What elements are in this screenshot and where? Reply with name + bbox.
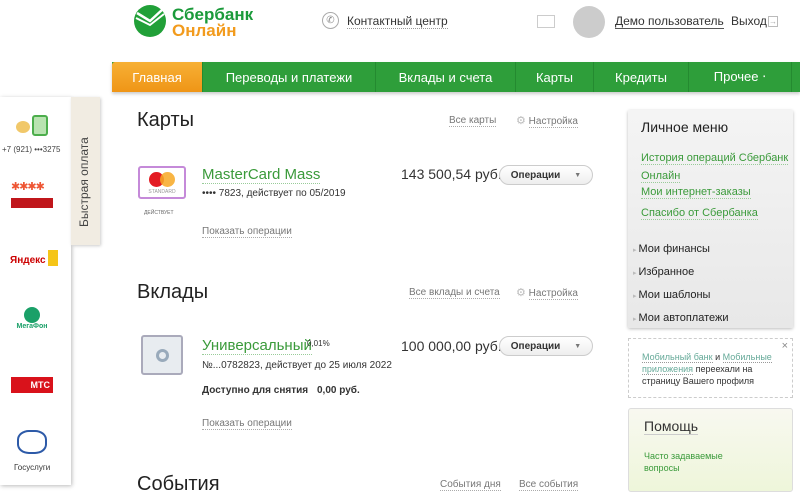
events-title: События	[137, 473, 220, 495]
deposit-rate: 0,01%	[307, 339, 330, 348]
deposit-operations-button[interactable]: Операции ▼	[499, 336, 593, 356]
logo-text-online: Онлайн	[172, 21, 237, 40]
card-show-ops-link[interactable]: Показать операции	[202, 226, 292, 238]
gosuslugi-logo-icon[interactable]	[17, 430, 47, 454]
all-deposits-link[interactable]: Все вклады и счета	[409, 287, 500, 299]
quick-pay-tab-label: Быстрая оплата	[77, 137, 91, 227]
tab-deposits[interactable]: Вклады и счета	[376, 62, 516, 92]
menu-item-autopayments[interactable]: ▸ Мои автоплатежи	[633, 312, 729, 324]
close-icon[interactable]: ×	[782, 340, 788, 352]
events-day-link[interactable]: События дня	[440, 479, 501, 491]
personal-menu: Личное меню История операций Сбербанк Он…	[628, 110, 793, 328]
menu-item-templates[interactable]: ▸ Мои шаблоны	[633, 289, 710, 301]
phone-icon: ✆	[322, 12, 339, 29]
help-box: Помощь Часто задаваемые вопросы	[628, 408, 793, 492]
main-nav: Главная Переводы и платежи Вклады и счет…	[112, 62, 800, 92]
quick-pay-panel	[0, 97, 71, 485]
charity-logo-icon[interactable]: ✱✱✱✱	[11, 180, 53, 215]
card-details: •••• 7823, действует по 05/2019	[202, 188, 346, 199]
deposit-details: №...0782823, действует до 25 июля 2022	[202, 360, 392, 371]
card-status: ДЕЙСТВУЕТ	[144, 210, 174, 216]
logout-link[interactable]: Выход	[731, 14, 767, 28]
all-events-link[interactable]: Все события	[519, 479, 579, 491]
personal-menu-title: Личное меню	[641, 119, 729, 135]
faq-link[interactable]: Часто задаваемые вопросы	[644, 450, 734, 474]
deposits-settings-link[interactable]: ⚙ Настройка	[516, 286, 578, 300]
safe-icon	[141, 335, 183, 375]
deposit-show-ops-link[interactable]: Показать операции	[202, 418, 292, 430]
cards-title: Карты	[137, 109, 194, 131]
deposits-title: Вклады	[137, 281, 209, 303]
tab-other[interactable]: Прочее ‧	[689, 62, 792, 92]
help-title: Помощь	[644, 418, 699, 435]
available-label: Доступно для снятия	[202, 385, 309, 396]
tab-main[interactable]: Главная	[112, 62, 203, 92]
tab-credits[interactable]: Кредиты	[594, 62, 689, 92]
sberbank-logo-icon[interactable]	[133, 4, 167, 38]
mobile-pay-icon[interactable]	[16, 115, 52, 137]
mobile-notice: Мобильный банк и Мобильные приложения пе…	[628, 338, 793, 398]
quick-pay-tab[interactable]: Быстрая оплата	[71, 97, 100, 245]
menu-item-favorites[interactable]: ▸ Избранное	[633, 266, 694, 278]
history-link[interactable]: История операций Сбербанк Онлайн	[641, 152, 789, 183]
mobile-bank-link[interactable]: Мобильный банк	[642, 352, 713, 363]
card-name-link[interactable]: MasterCard Mass	[202, 166, 321, 184]
available-amount: 0,00 руб.	[317, 385, 360, 396]
user-name-link[interactable]: Демо пользователь	[615, 14, 724, 29]
yandex-logo-icon[interactable]: Яндекс	[10, 250, 58, 266]
cards-settings-link[interactable]: ⚙ Настройка	[516, 114, 578, 128]
menu-item-finances[interactable]: ▸ Мои финансы	[633, 243, 710, 255]
phone-number: +7 (921) •••3275	[2, 145, 61, 154]
all-cards-link[interactable]: Все карты	[449, 115, 497, 127]
gear-icon: ⚙	[516, 115, 526, 127]
mts-logo-icon[interactable]: МТС	[11, 377, 53, 393]
card-operations-button[interactable]: Операции ▼	[499, 165, 593, 185]
internet-orders-link[interactable]: Мои интернет-заказы	[641, 186, 751, 199]
tab-cards[interactable]: Карты	[516, 62, 594, 92]
gear-icon: ⚙	[516, 287, 526, 299]
contact-center-link[interactable]: Контактный центр	[347, 14, 448, 29]
card-balance: 143 500,54 руб.	[401, 166, 502, 182]
logout-icon[interactable]: →	[768, 16, 778, 27]
mail-icon[interactable]	[537, 15, 555, 28]
deposit-balance: 100 000,00 руб.	[401, 338, 502, 354]
gosuslugi-label: Госуслуги	[14, 463, 51, 472]
megafon-logo-icon[interactable]: МегаФон	[10, 307, 54, 330]
deposit-name-link[interactable]: Универсальный	[202, 337, 312, 355]
chevron-down-icon: ▼	[574, 342, 582, 350]
mastercard-card-icon[interactable]: STANDARD	[138, 166, 186, 199]
avatar[interactable]	[573, 6, 605, 38]
chevron-down-icon: ▼	[574, 171, 582, 179]
spasibo-link[interactable]: Спасибо от Сбербанка	[641, 207, 758, 220]
tab-transfers[interactable]: Переводы и платежи	[203, 62, 376, 92]
